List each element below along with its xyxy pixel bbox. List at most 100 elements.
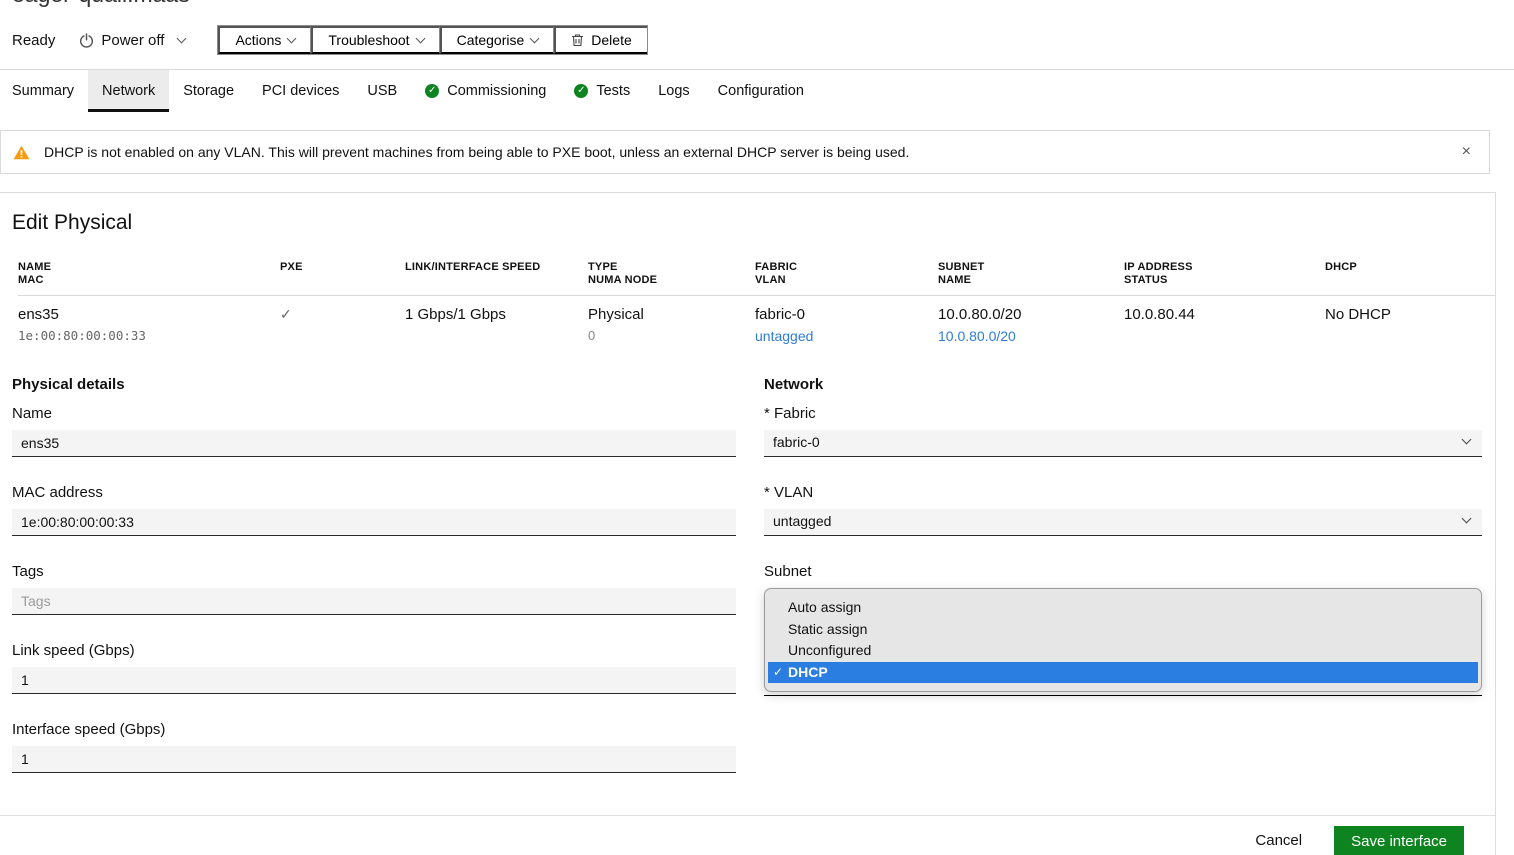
interface-type: Physical	[588, 306, 755, 323]
close-icon[interactable]: ×	[1458, 143, 1475, 161]
troubleshoot-label: Troubleshoot	[328, 32, 409, 48]
name-label: Name	[12, 405, 736, 422]
check-circle-icon: ✓	[574, 84, 588, 98]
col-link-speed: LINK/INTERFACE SPEED	[405, 261, 588, 287]
edit-form: Physical details Name MAC address Tags L…	[12, 376, 1495, 800]
categorise-button[interactable]: Categorise	[440, 26, 555, 54]
tags-input[interactable]	[12, 588, 736, 615]
table-row: ens35 1e:00:80:00:00:33 ✓ 1 Gbps/1 Gbps …	[18, 296, 1495, 344]
tab-label: Logs	[658, 83, 689, 99]
subnet-select-underline	[764, 695, 1482, 696]
network-heading: Network	[764, 376, 1482, 393]
warning-icon	[13, 145, 30, 160]
delete-button[interactable]: Delete	[554, 26, 646, 54]
tags-field-group: Tags	[12, 563, 736, 615]
power-label: Power off	[101, 32, 164, 49]
mac-input[interactable]	[12, 509, 736, 536]
tab-configuration[interactable]: Configuration	[704, 70, 818, 112]
tab-logs[interactable]: Logs	[644, 70, 703, 112]
interface-speed-input[interactable]	[12, 746, 736, 773]
tab-label: PCI devices	[262, 83, 339, 99]
machine-toolbar: Ready Power off Actions Troubleshoot Cat…	[12, 25, 1502, 55]
chevron-down-icon	[177, 34, 187, 44]
subnet-label: Subnet	[764, 563, 1482, 580]
subnet-dropdown-open: Auto assign Static assign Unconfigured ✓…	[764, 588, 1482, 692]
form-footer: Cancel Save interface	[0, 815, 1495, 855]
mac-label: MAC address	[12, 484, 736, 501]
subnet-option-auto-assign[interactable]: Auto assign	[768, 597, 1478, 619]
physical-details-heading: Physical details	[12, 376, 736, 393]
delete-label: Delete	[591, 32, 631, 48]
table-header-row: NAME MAC PXE LINK/INTERFACE SPEED TYPE N…	[18, 261, 1495, 296]
fabric-value: fabric-0	[755, 306, 938, 323]
physical-details-column: Physical details Name MAC address Tags L…	[12, 376, 736, 800]
trash-icon	[571, 33, 584, 47]
pxe-check-icon: ✓	[280, 306, 292, 322]
machine-title: eager-quail.maas	[12, 0, 1514, 8]
vlan-link[interactable]: untagged	[755, 328, 813, 344]
actions-button[interactable]: Actions	[218, 26, 311, 54]
col-pxe: PXE	[280, 261, 405, 287]
tab-tests[interactable]: ✓ Tests	[560, 70, 644, 112]
subnet-option-dhcp[interactable]: ✓ DHCP	[768, 662, 1478, 684]
power-icon	[79, 33, 94, 48]
tab-pci-devices[interactable]: PCI devices	[248, 70, 353, 112]
tags-label: Tags	[12, 563, 736, 580]
vlan-select-value: untagged	[764, 509, 1482, 536]
cell-name-mac: ens35 1e:00:80:00:00:33	[18, 306, 280, 344]
col-fabric-vlan: FABRIC VLAN	[755, 261, 938, 287]
subnet-option-static-assign[interactable]: Static assign	[768, 619, 1478, 641]
subnet-link[interactable]: 10.0.80.0/20	[938, 328, 1016, 344]
power-menu[interactable]: Power off	[79, 32, 185, 49]
machine-status: Ready	[12, 32, 55, 49]
link-speed-label: Link speed (Gbps)	[12, 642, 736, 659]
link-speed-input[interactable]	[12, 667, 736, 694]
col-dhcp: DHCP	[1325, 261, 1495, 287]
tab-network[interactable]: Network	[88, 70, 169, 112]
tab-label: Commissioning	[447, 83, 546, 99]
name-input[interactable]	[12, 430, 736, 457]
tab-label: Network	[102, 83, 155, 99]
cancel-button[interactable]: Cancel	[1251, 826, 1306, 855]
fabric-label: * Fabric	[764, 405, 1482, 422]
interface-table: NAME MAC PXE LINK/INTERFACE SPEED TYPE N…	[12, 261, 1495, 344]
tab-summary[interactable]: Summary	[12, 70, 88, 112]
col-ip-status: IP ADDRESS STATUS	[1124, 261, 1325, 287]
fabric-field-group: * Fabric fabric-0	[764, 405, 1482, 457]
machine-tabs: Summary Network Storage PCI devices USB …	[0, 69, 1514, 112]
subnet-option-unconfigured[interactable]: Unconfigured	[768, 640, 1478, 662]
tab-usb[interactable]: USB	[353, 70, 411, 112]
fabric-select[interactable]: fabric-0	[764, 430, 1482, 457]
vlan-field-group: * VLAN untagged	[764, 484, 1482, 536]
interface-mac: 1e:00:80:00:00:33	[18, 328, 280, 343]
action-button-group: Actions Troubleshoot Categorise Delete	[217, 25, 647, 55]
cell-pxe: ✓	[280, 306, 405, 344]
chevron-down-icon	[530, 34, 540, 44]
cell-type-numa: Physical 0	[588, 306, 755, 344]
cell-ip-address: 10.0.80.44	[1124, 306, 1325, 344]
troubleshoot-button[interactable]: Troubleshoot	[311, 26, 439, 54]
cell-link-speed: 1 Gbps/1 Gbps	[405, 306, 588, 344]
edit-physical-card: Edit Physical NAME MAC PXE LINK/INTERFAC…	[0, 192, 1496, 855]
vlan-select[interactable]: untagged	[764, 509, 1482, 536]
col-type-numa: TYPE NUMA NODE	[588, 261, 755, 287]
cell-fabric-vlan: fabric-0 untagged	[755, 306, 938, 344]
link-speed-field-group: Link speed (Gbps)	[12, 642, 736, 694]
mac-field-group: MAC address	[12, 484, 736, 536]
tab-label: Configuration	[718, 83, 804, 99]
tab-storage[interactable]: Storage	[169, 70, 248, 112]
subnet-option-dhcp-label: DHCP	[788, 664, 828, 680]
chevron-down-icon	[287, 34, 297, 44]
page-title-clipped: eager-quail.maas	[0, 0, 1514, 9]
tab-label: Tests	[596, 83, 630, 99]
subnet-field-group: Subnet Auto assign Static assign Unconfi…	[764, 563, 1482, 696]
fabric-select-value: fabric-0	[764, 430, 1482, 457]
check-icon: ✓	[773, 662, 783, 684]
dhcp-warning-banner: DHCP is not enabled on any VLAN. This wi…	[0, 130, 1490, 174]
tab-commissioning[interactable]: ✓ Commissioning	[411, 70, 560, 112]
check-circle-icon: ✓	[425, 84, 439, 98]
save-interface-button[interactable]: Save interface	[1334, 826, 1464, 855]
col-name-mac: NAME MAC	[18, 261, 280, 287]
categorise-label: Categorise	[457, 32, 525, 48]
chevron-down-icon	[415, 34, 425, 44]
